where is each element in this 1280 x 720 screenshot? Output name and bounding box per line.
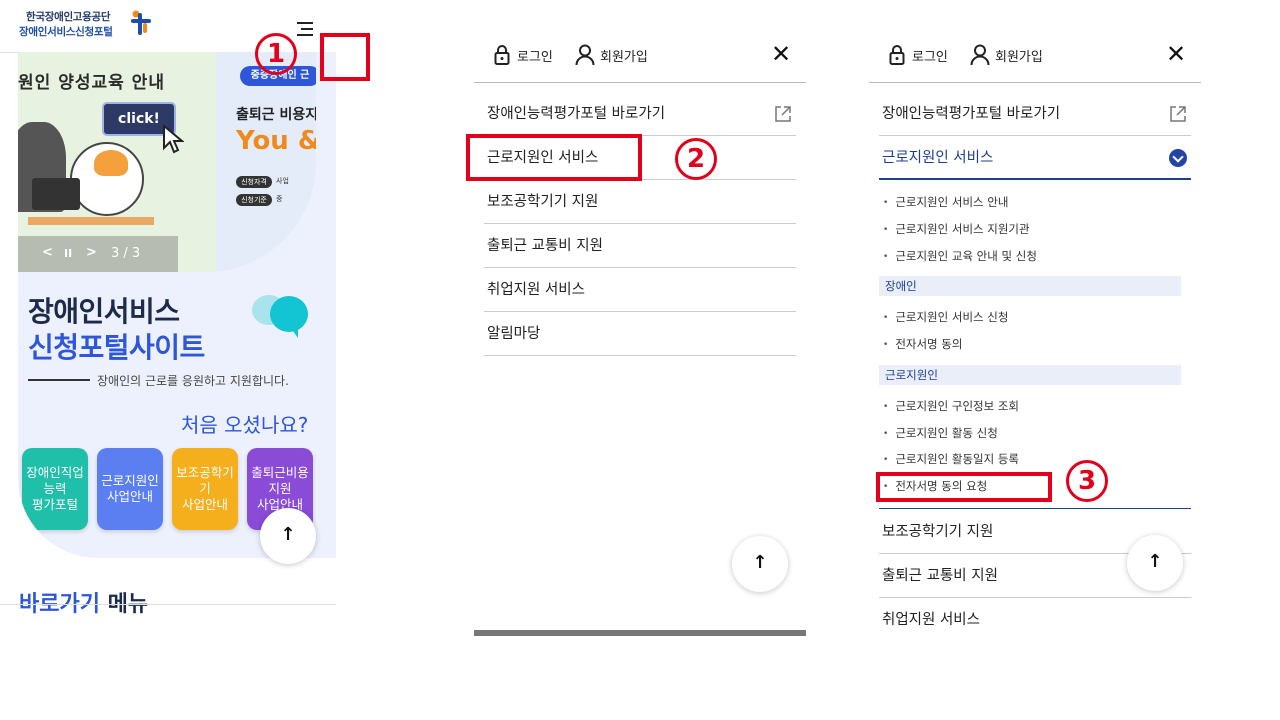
submenu-group-disabled: 장애인 xyxy=(879,276,1181,296)
desk-illustration xyxy=(28,217,154,225)
banner-pill: 신청자격 xyxy=(236,176,272,188)
monitor-illustration xyxy=(32,178,80,210)
menu-item-worker-support[interactable]: 근로지원인 서비스 xyxy=(879,136,1191,180)
close-menu-button[interactable]: ✕ xyxy=(1166,40,1186,68)
login-link[interactable]: 로그인 xyxy=(912,46,948,65)
step3-callout: 3 xyxy=(1066,460,1108,502)
step1-callout: 1 xyxy=(255,33,297,75)
menu-item-label: 장애인능력평가포털 바로가기 xyxy=(487,106,666,122)
submenu-item[interactable]: 근로지원인 서비스 지원기관 xyxy=(883,221,1029,237)
menu-item-job-support[interactable]: 취업지원 서비스 xyxy=(879,598,1191,636)
menu-item-notice[interactable]: 알림마당 xyxy=(484,312,796,356)
hero-section: 원인 양성교육 안내 click! 중증장애인 근 출퇴근 비용지 You & … xyxy=(18,52,336,558)
speech-bubble-tail xyxy=(288,324,298,338)
tagline: 장애인의 근로를 응원하고 지원합니다. xyxy=(97,374,289,388)
banner-pill-text: 사업 xyxy=(276,177,289,185)
step3-highlight-box xyxy=(876,472,1052,502)
signup-link[interactable]: 회원가입 xyxy=(995,46,1043,65)
pause-slide-button[interactable]: II xyxy=(64,247,72,260)
banner-pill-text: 중 xyxy=(276,195,283,203)
lock-icon xyxy=(494,45,510,65)
quick-link-button[interactable]: 보조공학기 기 사업안내 xyxy=(172,448,238,530)
menu-item-portal[interactable]: 장애인능력평가포털 바로가기 xyxy=(484,92,796,136)
user-icon xyxy=(970,44,990,66)
menu-item-job-support[interactable]: 취업지원 서비스 xyxy=(484,268,796,312)
external-link-icon xyxy=(1170,106,1186,122)
banner-right-title: 출퇴근 비용지 xyxy=(236,107,316,123)
menu-item-label: 출퇴근 교통비 지원 xyxy=(487,238,603,254)
hamburger-line-icon xyxy=(297,22,313,24)
banner-pill: 신청기준 xyxy=(236,194,272,206)
submenu-end-divider xyxy=(879,508,1191,509)
agency-logo-icon[interactable] xyxy=(129,9,153,37)
site-title-line1: 장애인서비스 xyxy=(28,295,180,328)
first-visit-heading: 처음 오셨나요? xyxy=(181,413,309,437)
prev-slide-button[interactable]: < xyxy=(42,245,53,260)
menu-collapsed-panel: 로그인 회원가입 ✕ 장애인능력평가포털 바로가기 근로지원인 서비스 보조공학… xyxy=(474,30,806,636)
menu-item-assistive-tech[interactable]: 보조공학기기 지원 xyxy=(484,180,796,224)
quick-link-button[interactable]: 근로지원인 사업안내 xyxy=(97,448,163,530)
scroll-to-top-button[interactable]: ↑ xyxy=(732,536,788,592)
step1-highlight-box xyxy=(320,33,370,81)
close-menu-button[interactable]: ✕ xyxy=(771,40,791,68)
submenu-group-worker: 근로지원인 xyxy=(879,365,1181,385)
menu-item-label: 취업지원 서비스 xyxy=(882,612,980,628)
shortcut-menu-heading: 바로가기 메뉴 xyxy=(19,586,148,618)
slide-counter: 3 / 3 xyxy=(111,246,141,261)
quick-link-label: 근로지원인 사업안내 xyxy=(101,473,159,504)
menu-item-commute[interactable]: 출퇴근 교통비 지원 xyxy=(484,224,796,268)
menu-item-label: 알림마당 xyxy=(487,326,541,342)
step2-callout: 2 xyxy=(675,138,717,180)
scroll-to-top-button[interactable]: ↑ xyxy=(260,508,316,564)
banner-right-subtitle: You & xyxy=(236,126,316,156)
menu-item-portal[interactable]: 장애인능력평가포털 바로가기 xyxy=(879,92,1191,136)
user-icon xyxy=(575,44,595,66)
menu-expanded-panel: 로그인 회원가입 ✕ 장애인능력평가포털 바로가기 근로지원인 서비스 근로지원… xyxy=(869,30,1201,636)
next-slide-button[interactable]: > xyxy=(86,245,97,260)
step2-highlight-box xyxy=(466,134,642,181)
home-screen-panel: 한국장애인고용공단 장애인서비스신청포털 원인 양성교육 안내 click! 중… xyxy=(0,0,336,618)
submenu-item[interactable]: 근로지원인 활동일지 등록 xyxy=(883,451,1019,467)
chevron-down-icon[interactable] xyxy=(1169,149,1187,167)
menu-item-label: 보조공학기기 지원 xyxy=(882,524,994,540)
tagline-rule xyxy=(28,379,90,381)
promo-banner[interactable]: 원인 양성교육 안내 click! 중증장애인 근 출퇴근 비용지 You & … xyxy=(18,52,316,272)
menu-item-label: 보조공학기기 지원 xyxy=(487,194,599,210)
hamburger-line-icon xyxy=(297,34,313,36)
cat-patch xyxy=(94,150,128,176)
quick-link-button[interactable]: 장애인직업 능력 평가포털 xyxy=(22,448,88,530)
menu-topbar: 로그인 회원가입 ✕ xyxy=(869,30,1201,83)
menu-item-label: 출퇴근 교통비 지원 xyxy=(882,568,998,584)
quick-link-label: 보조공학기 기 사업안내 xyxy=(176,465,234,512)
quick-link-label: 출퇴근비용 지원 사업안내 xyxy=(251,465,309,512)
quick-link-label: 장애인직업 능력 평가포털 xyxy=(26,465,84,512)
bottom-scrollbar[interactable] xyxy=(474,630,806,636)
mouse-cursor-icon xyxy=(163,124,184,154)
site-title-line2: 신청포털사이트 xyxy=(28,331,205,364)
external-link-icon xyxy=(775,106,791,122)
submenu-item[interactable]: 근로지원인 서비스 안내 xyxy=(883,194,1008,210)
signup-link[interactable]: 회원가입 xyxy=(600,46,648,65)
logo-line2[interactable]: 장애인서비스신청포털 xyxy=(19,24,113,39)
logo-line1[interactable]: 한국장애인고용공단 xyxy=(26,9,111,24)
banner-title: 원인 양성교육 안내 xyxy=(18,73,165,93)
submenu-item[interactable]: 근로지원인 교육 안내 및 신청 xyxy=(883,248,1037,264)
submenu-item[interactable]: 근로지원인 서비스 신청 xyxy=(883,309,1008,325)
menu-item-label: 취업지원 서비스 xyxy=(487,282,585,298)
submenu-item[interactable]: 근로지원인 활동 신청 xyxy=(883,425,998,441)
lock-icon xyxy=(889,45,905,65)
submenu-item[interactable]: 근로지원인 구인정보 조회 xyxy=(883,398,1019,414)
hamburger-line-icon xyxy=(301,28,313,30)
menu-item-label: 장애인능력평가포털 바로가기 xyxy=(882,106,1061,122)
submenu-item[interactable]: 전자서명 동의 xyxy=(883,336,962,352)
divider xyxy=(0,604,336,605)
scroll-to-top-button[interactable]: ↑ xyxy=(1127,535,1183,591)
menu-topbar: 로그인 회원가입 ✕ xyxy=(474,30,806,83)
login-link[interactable]: 로그인 xyxy=(517,46,553,65)
menu-item-label: 근로지원인 서비스 xyxy=(882,150,994,166)
